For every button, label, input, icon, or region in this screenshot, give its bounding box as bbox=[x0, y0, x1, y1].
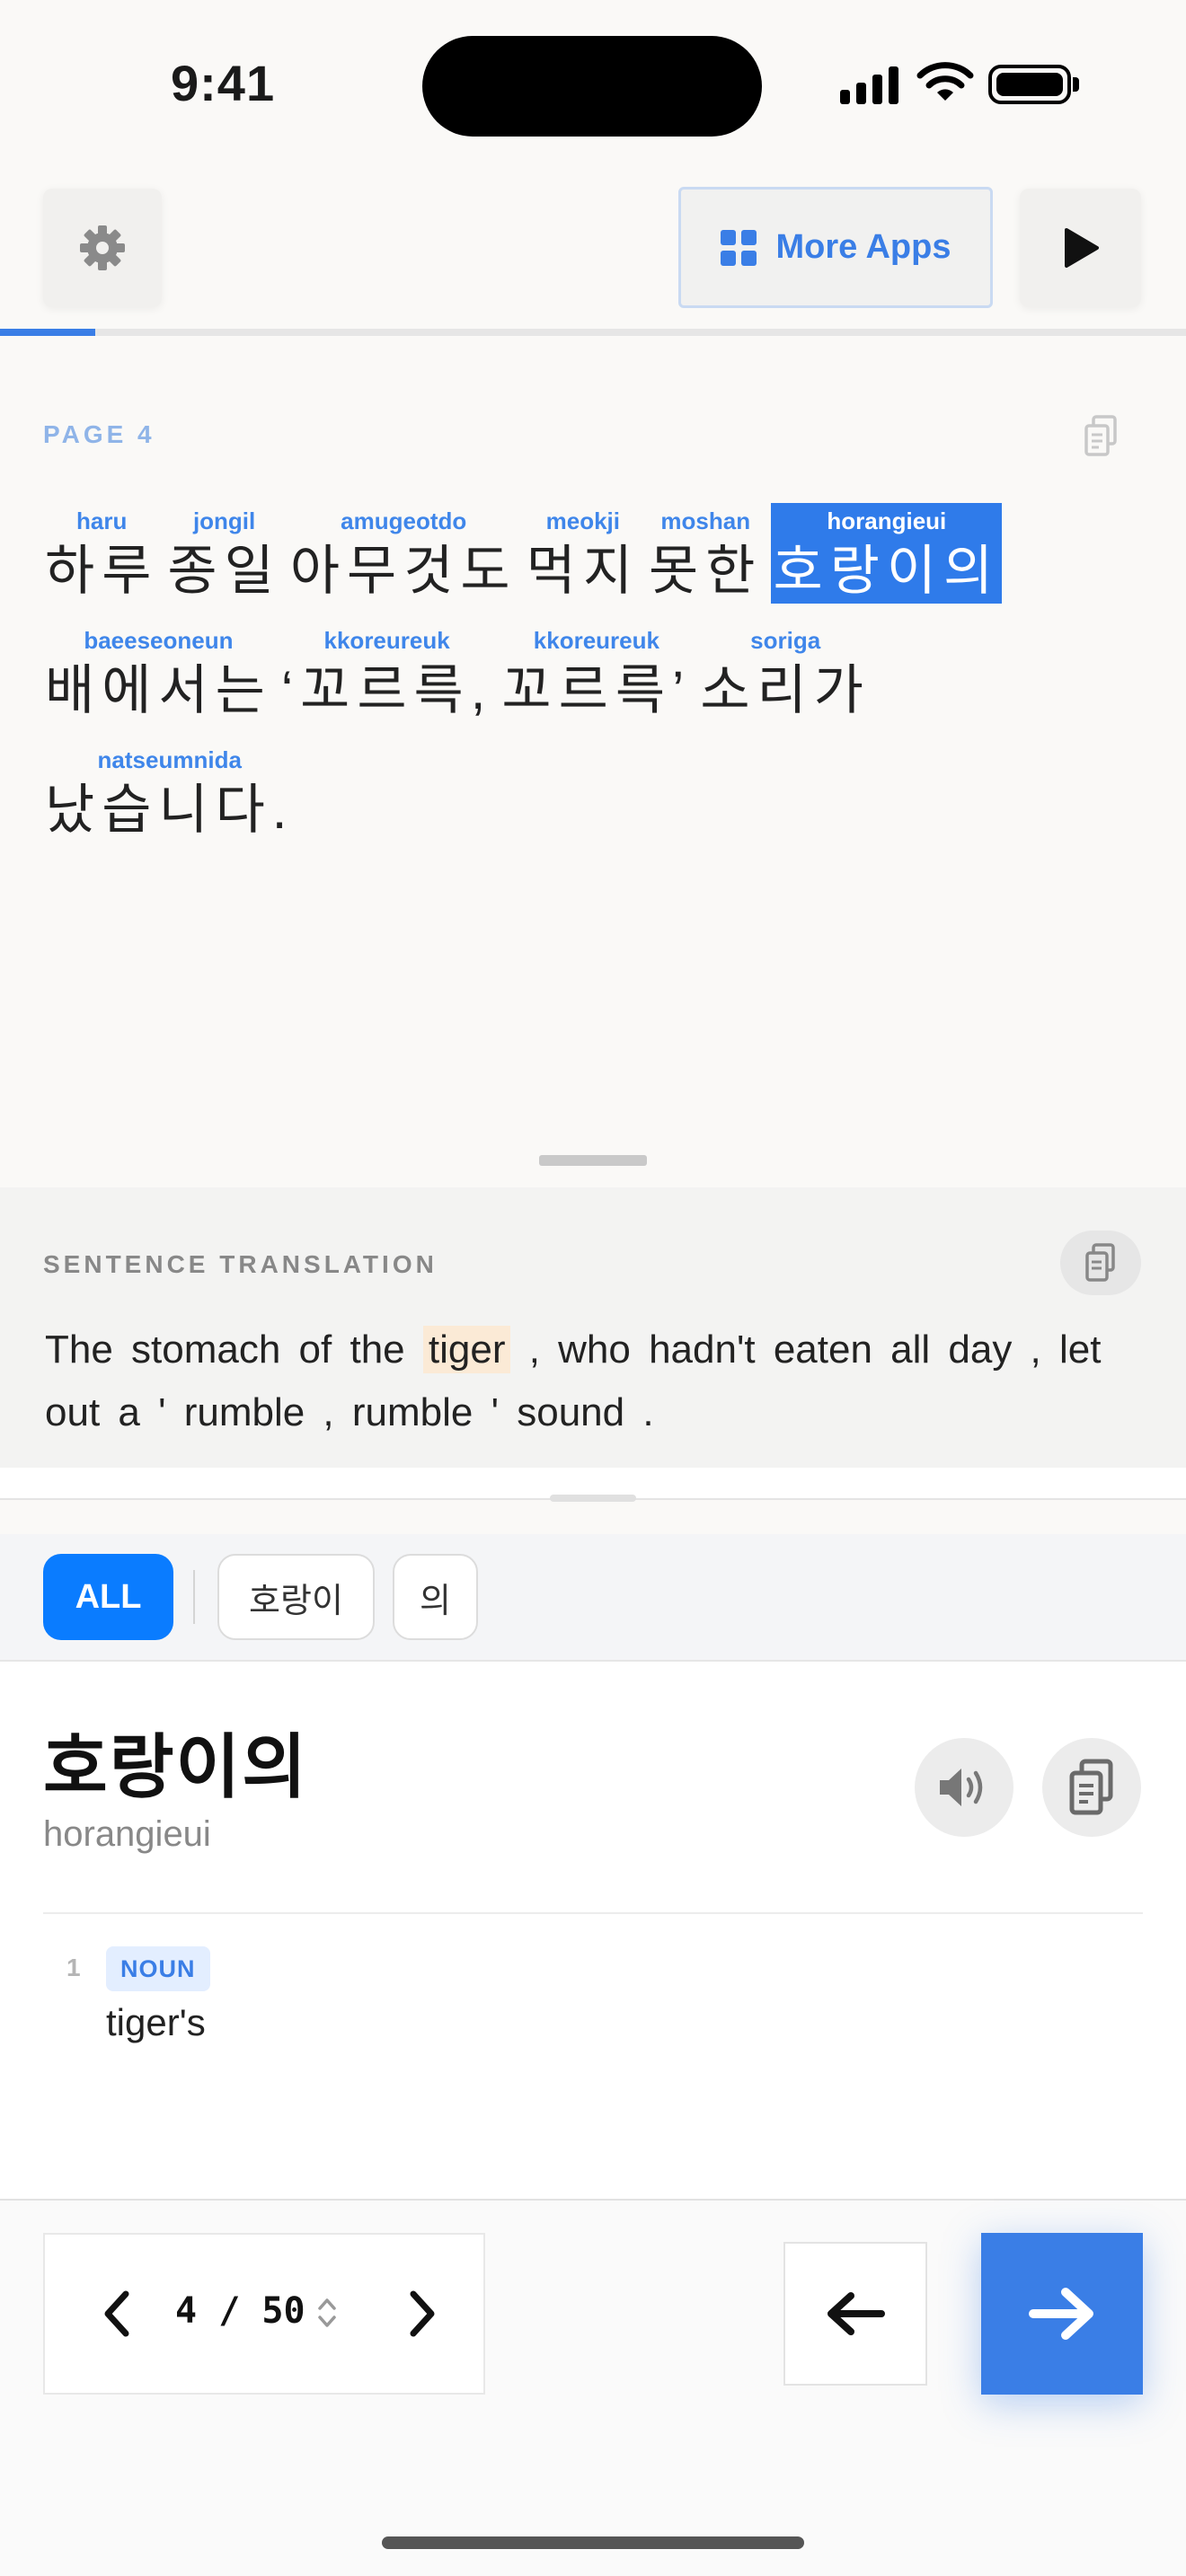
highlighted-word[interactable]: tiger bbox=[422, 1326, 511, 1373]
word-romanization: meokji bbox=[545, 507, 621, 534]
sense-gloss: tiger's bbox=[106, 2001, 206, 2043]
korean-word[interactable]: baeeseoneun 배에서는 bbox=[45, 622, 272, 723]
filter-chip-stem[interactable]: 호랑이 bbox=[217, 1554, 375, 1640]
word-romanization: natseumnida bbox=[97, 746, 242, 773]
more-apps-button[interactable]: More Apps bbox=[678, 187, 993, 308]
chevron-right-icon bbox=[410, 2290, 435, 2337]
word-korean: 먹지 bbox=[526, 541, 641, 601]
korean-word[interactable]: moshan 못한 bbox=[649, 503, 762, 604]
gear-icon bbox=[80, 225, 125, 270]
filter-chip-all[interactable]: ALL bbox=[43, 1554, 173, 1640]
next-word-button[interactable] bbox=[981, 2233, 1143, 2395]
korean-line: baeeseoneun 배에서는 kkoreureuk ‘꼬르륵, kkoreureuk… bbox=[45, 622, 880, 723]
word-romanization: baeeseoneun bbox=[84, 627, 234, 654]
korean-word[interactable]: amugeotdo 아무것도 bbox=[290, 503, 518, 604]
selected-word[interactable]: horangieui 호랑이의 bbox=[771, 503, 1003, 604]
current-page: 4 bbox=[175, 2290, 198, 2332]
page-counter[interactable]: 4 / 50 bbox=[175, 2290, 305, 2332]
word-korean: ‘꼬르륵, bbox=[280, 660, 493, 720]
page-label: PAGE 4 bbox=[43, 420, 155, 448]
word-korean: 소리가 bbox=[700, 660, 871, 720]
copy-translation-button[interactable] bbox=[1060, 1231, 1141, 1295]
play-icon bbox=[1064, 228, 1099, 268]
previous-word-button[interactable] bbox=[783, 2242, 927, 2386]
pronounce-button[interactable] bbox=[915, 1738, 1013, 1837]
translation-text-before: The stomach of the bbox=[45, 1328, 423, 1372]
copy-icon bbox=[1085, 1243, 1115, 1282]
speaker-icon bbox=[940, 1769, 983, 1806]
battery-tip bbox=[1073, 77, 1079, 92]
word-korean: 아무것도 bbox=[289, 541, 518, 601]
reader-resize-handle[interactable] bbox=[539, 1155, 647, 1166]
previous-page-button[interactable] bbox=[81, 2278, 153, 2350]
word-romanization: haru bbox=[76, 507, 128, 534]
korean-word[interactable]: kkoreureuk 꼬르륵’ bbox=[501, 622, 691, 723]
korean-word[interactable]: natseumnida 났습니다. bbox=[45, 742, 294, 842]
korean-word[interactable]: meokji 먹지 bbox=[527, 503, 640, 604]
korean-line: natseumnida 났습니다. bbox=[45, 742, 303, 842]
word-romanization: moshan bbox=[660, 507, 751, 534]
next-page-button[interactable] bbox=[386, 2278, 458, 2350]
korean-word[interactable]: jongil 종일 bbox=[167, 503, 280, 604]
word-korean: 종일 bbox=[167, 541, 281, 601]
word-korean: 못한 bbox=[649, 541, 763, 601]
copy-icon bbox=[1069, 1759, 1113, 1815]
copy-word-button[interactable] bbox=[1042, 1738, 1141, 1837]
total-pages: 50 bbox=[261, 2290, 305, 2332]
status-time: 9:41 bbox=[171, 55, 276, 111]
dictionary-romanization: horangieui bbox=[43, 1814, 211, 1854]
sheet-drag-handle[interactable] bbox=[550, 1495, 636, 1502]
sort-icon[interactable] bbox=[316, 2296, 338, 2330]
word-korean: 꼬르륵’ bbox=[501, 660, 692, 720]
word-korean: 배에서는 bbox=[45, 660, 272, 720]
sense-number: 1 bbox=[66, 1954, 81, 1981]
filter-bar bbox=[0, 1534, 1186, 1662]
word-korean: 났습니다. bbox=[45, 780, 295, 840]
korean-line: haru 하루 jongil 종일 amugeotdo 아무것도 meokji 먹지 mosha… bbox=[45, 503, 1011, 604]
dictionary-headword: 호랑이의 bbox=[43, 1727, 309, 1806]
settings-button[interactable] bbox=[43, 189, 162, 307]
arrow-right-icon bbox=[1029, 2288, 1093, 2340]
reading-progress-track bbox=[0, 329, 1186, 336]
wifi-icon bbox=[916, 62, 974, 101]
reading-progress-fill bbox=[0, 329, 95, 336]
more-apps-label: More Apps bbox=[775, 228, 951, 266]
word-romanization: horangieui bbox=[827, 507, 947, 534]
word-romanization: kkoreureuk bbox=[323, 627, 450, 654]
chevron-left-icon bbox=[104, 2290, 129, 2337]
word-romanization: amugeotdo bbox=[341, 507, 467, 534]
word-romanization: jongil bbox=[192, 507, 256, 534]
korean-word[interactable]: kkoreureuk ‘꼬르륵, bbox=[281, 622, 493, 723]
copy-page-icon[interactable] bbox=[1081, 413, 1122, 458]
word-romanization: soriga bbox=[750, 627, 821, 654]
dynamic-island bbox=[422, 36, 762, 137]
part-of-speech-badge: NOUN bbox=[106, 1946, 210, 1991]
word-romanization: kkoreureuk bbox=[533, 627, 659, 654]
cellular-signal-icon bbox=[840, 63, 898, 104]
page-separator: / bbox=[218, 2290, 241, 2332]
korean-word[interactable]: soriga 소리가 bbox=[700, 622, 871, 723]
filter-chip-particle[interactable]: 의 bbox=[393, 1554, 478, 1640]
grid-icon bbox=[720, 229, 757, 266]
filter-separator bbox=[193, 1570, 195, 1624]
translation-label: SENTENCE TRANSLATION bbox=[43, 1250, 438, 1278]
dictionary-divider bbox=[43, 1912, 1143, 1914]
arrow-left-icon bbox=[828, 2292, 885, 2335]
home-indicator[interactable] bbox=[382, 2536, 804, 2549]
play-button[interactable] bbox=[1020, 189, 1141, 307]
battery-icon bbox=[988, 65, 1071, 104]
korean-word[interactable]: haru 하루 bbox=[45, 503, 158, 604]
word-korean: 호랑이의 bbox=[773, 541, 1001, 601]
translation-text: The stomach of the tiger , who hadn't ea… bbox=[45, 1319, 1150, 1444]
word-korean: 하루 bbox=[45, 541, 159, 601]
